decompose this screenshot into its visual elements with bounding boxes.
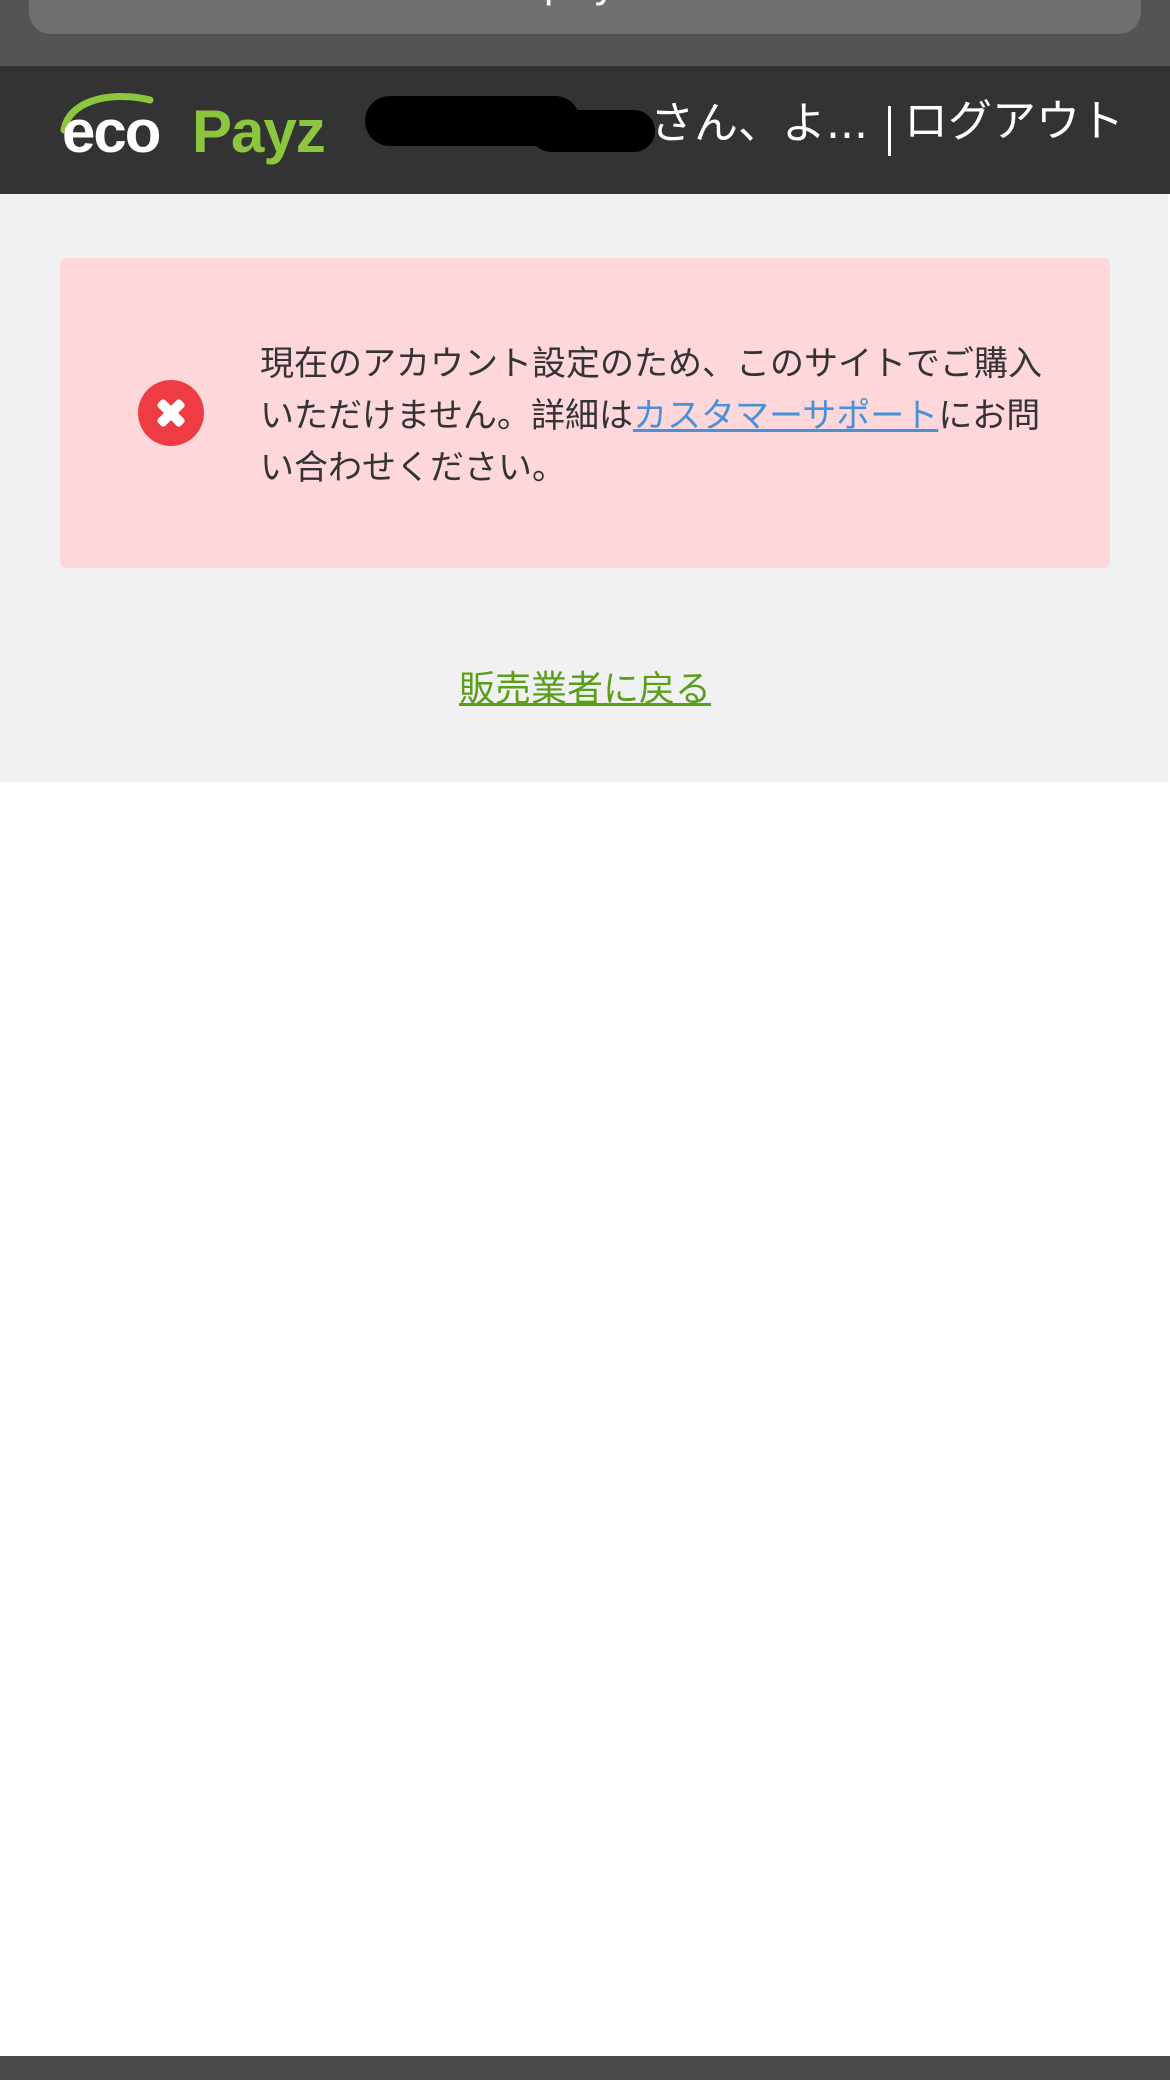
ecopayz-logo-svg: eco Payz bbox=[60, 93, 326, 165]
bottom-toolbar bbox=[0, 2056, 1170, 2080]
header-divider bbox=[888, 106, 891, 156]
logo-eco-text: eco bbox=[62, 98, 160, 165]
browser-address-bar: ...ecopayz.com bbox=[0, 0, 1170, 66]
screen: ...ecopayz.com eco Payz さん、よ... ログアウト 現在… bbox=[0, 0, 1170, 2080]
url-field[interactable]: ...ecopayz.com bbox=[29, 0, 1141, 34]
error-message: 現在のアカウント設定のため、このサイトでご購入いただけません。詳細はカスタマーサ… bbox=[260, 338, 1050, 494]
redacted-username-part bbox=[530, 110, 655, 152]
logo-payz-text: Payz bbox=[192, 98, 325, 165]
ecopayz-logo[interactable]: eco Payz bbox=[58, 88, 358, 172]
back-to-merchant-label[interactable]: 販売業者に戻る bbox=[459, 669, 711, 710]
logout-link[interactable]: ログアウト bbox=[904, 96, 1124, 148]
customer-support-link[interactable]: カスタマーサポート bbox=[633, 396, 938, 436]
site-header: eco Payz さん、よ... ログアウト bbox=[0, 66, 1170, 194]
error-x-icon bbox=[138, 380, 204, 446]
user-greeting-area: さん、よ... bbox=[365, 94, 868, 164]
error-alert: 現在のアカウント設定のため、このサイトでご購入いただけません。詳細はカスタマーサ… bbox=[60, 258, 1110, 568]
main-content: 現在のアカウント設定のため、このサイトでご購入いただけません。詳細はカスタマーサ… bbox=[0, 194, 1170, 782]
url-text: ...ecopayz.com bbox=[29, 0, 1141, 8]
back-to-merchant-link[interactable]: 販売業者に戻る bbox=[0, 668, 1170, 712]
greeting-text: さん、よ... bbox=[650, 98, 868, 149]
